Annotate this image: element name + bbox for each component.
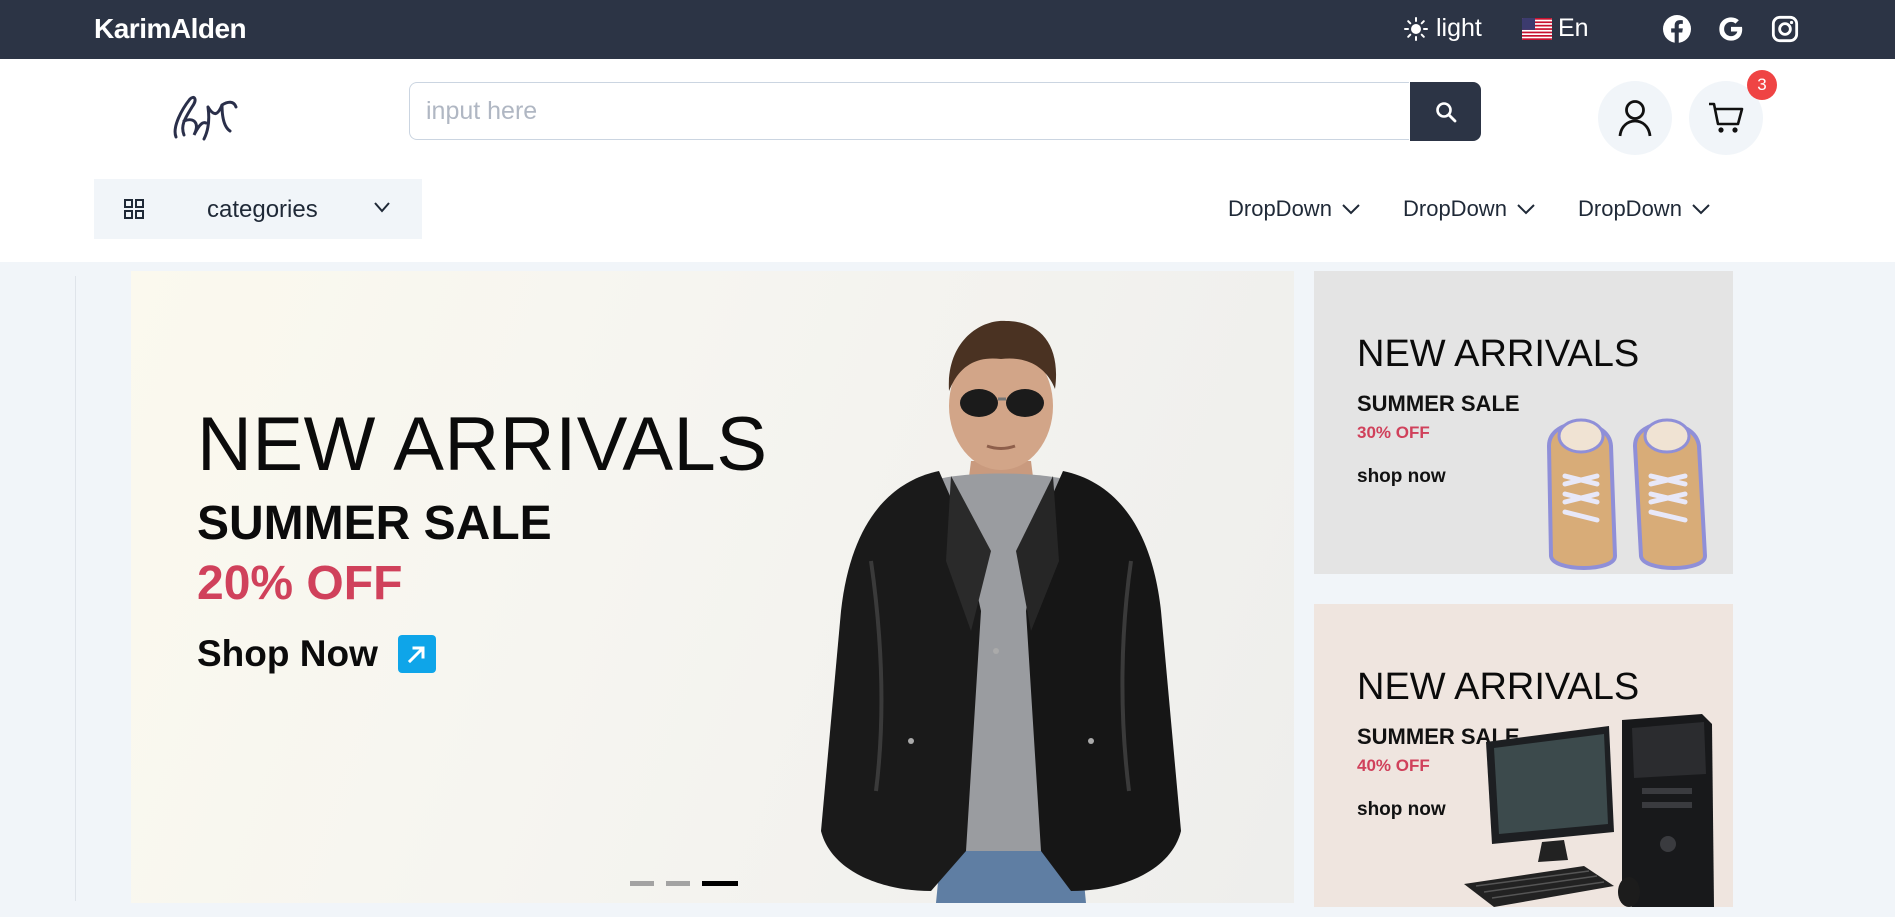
logo-icon[interactable] <box>164 87 244 145</box>
chevron-down-icon <box>1517 204 1535 215</box>
instagram-icon[interactable] <box>1771 15 1799 43</box>
promo-subtitle: SUMMER SALE <box>1357 391 1520 416</box>
cart-count-badge: 3 <box>1747 70 1777 100</box>
slider-dot-active[interactable] <box>702 881 738 886</box>
promo-title: NEW ARRIVALS <box>1357 666 1640 708</box>
chevron-down-icon <box>374 202 390 213</box>
promo-discount: 30% OFF <box>1357 423 1430 442</box>
promo-discount: 40% OFF <box>1357 756 1430 775</box>
nav-dropdown-1[interactable]: DropDown <box>1228 196 1360 222</box>
nav-dropdown-3[interactable]: DropDown <box>1578 196 1710 222</box>
us-flag-icon <box>1522 17 1552 40</box>
model-leather-jacket-image <box>821 320 1181 903</box>
nav-dropdown-label: DropDown <box>1228 196 1332 221</box>
header: 3 categories DropDown DropDown DropDown <box>0 59 1895 262</box>
hero-subtitle: SUMMER SALE <box>197 497 552 550</box>
top-bar: KarimAlden light En <box>0 0 1895 59</box>
search-icon <box>1435 101 1456 122</box>
language-label: En <box>1558 14 1589 42</box>
chevron-down-icon <box>1342 204 1360 215</box>
search-button[interactable] <box>1410 82 1481 141</box>
grid-icon <box>124 199 144 219</box>
arrow-up-right-icon <box>397 635 436 673</box>
categories-label: categories <box>207 196 318 223</box>
user-icon <box>1618 100 1652 137</box>
account-button[interactable] <box>1598 81 1672 155</box>
shop-now-link[interactable]: Shop Now <box>197 633 436 675</box>
desktop-computer-image <box>1464 714 1714 907</box>
slider-dot[interactable] <box>630 881 654 886</box>
sneakers-image <box>1546 418 1708 570</box>
sun-icon <box>1404 16 1428 41</box>
chevron-down-icon <box>1692 204 1710 215</box>
shop-now-label: Shop Now <box>197 633 378 674</box>
cart-icon <box>1709 102 1744 133</box>
language-selector[interactable]: En <box>1522 14 1589 43</box>
hero-slider[interactable]: NEW ARRIVALS SUMMER SALE 20% OFF Shop No… <box>131 271 1294 903</box>
google-icon[interactable] <box>1717 15 1745 43</box>
divider <box>75 276 76 901</box>
theme-label: light <box>1436 14 1482 42</box>
slider-dots <box>630 881 738 886</box>
slider-dot[interactable] <box>666 881 690 886</box>
promo-title: NEW ARRIVALS <box>1357 333 1640 375</box>
nav-dropdown-2[interactable]: DropDown <box>1403 196 1535 222</box>
search-input[interactable] <box>409 82 1409 140</box>
nav-dropdown-label: DropDown <box>1578 196 1682 221</box>
facebook-icon[interactable] <box>1663 15 1691 43</box>
promo-card-computer[interactable]: NEW ARRIVALS SUMMER SALE 40% OFF shop no… <box>1314 604 1733 907</box>
hero-title: NEW ARRIVALS <box>197 402 768 487</box>
categories-dropdown[interactable]: categories <box>94 179 422 239</box>
brand-name[interactable]: KarimAlden <box>94 13 247 45</box>
shop-now-link[interactable]: shop now <box>1357 466 1446 488</box>
hero-discount: 20% OFF <box>197 557 403 610</box>
shop-now-link[interactable]: shop now <box>1357 799 1446 821</box>
theme-toggle[interactable]: light <box>1404 14 1482 43</box>
nav-dropdown-label: DropDown <box>1403 196 1507 221</box>
promo-card-sneakers[interactable]: NEW ARRIVALS SUMMER SALE 30% OFF shop no… <box>1314 271 1733 574</box>
